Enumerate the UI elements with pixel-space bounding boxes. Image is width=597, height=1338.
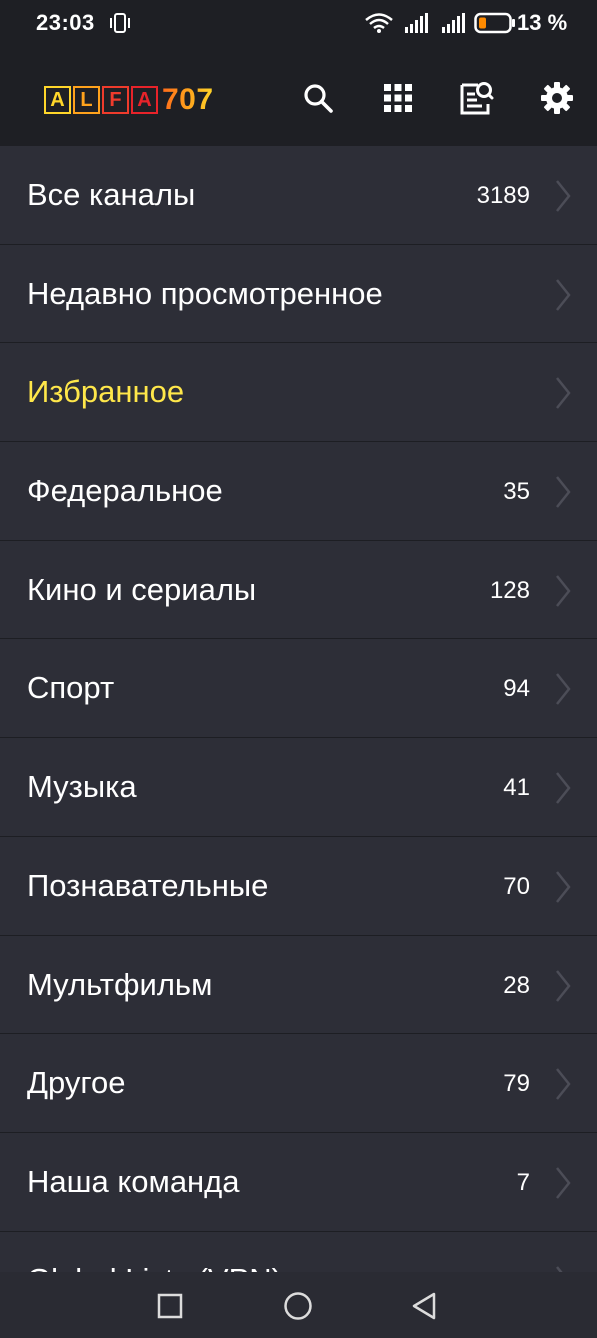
- signal-icon: [442, 13, 465, 33]
- category-count: 79: [503, 1070, 530, 1098]
- chevron-right-icon: [556, 871, 571, 903]
- category-row-favorites[interactable]: Избранное: [0, 343, 597, 443]
- category-label: Другое: [27, 1065, 126, 1101]
- app-header: A L F A 707: [0, 46, 597, 146]
- grid-button[interactable]: [376, 76, 420, 120]
- system-nav-bar: [0, 1272, 597, 1338]
- category-count: 94: [503, 675, 530, 703]
- category-row-all-channels[interactable]: Все каналы 3189: [0, 146, 597, 245]
- chevron-right-icon: [556, 377, 571, 410]
- category-row-educational[interactable]: Познавательные 70: [0, 837, 597, 936]
- category-label: Кино и сериалы: [27, 571, 257, 607]
- settings-button[interactable]: [535, 76, 579, 120]
- category-row-music[interactable]: Музыка 41: [0, 738, 597, 837]
- category-label: Недавно просмотренное: [27, 275, 383, 311]
- category-row-cartoons[interactable]: Мультфильм 28: [0, 936, 597, 1035]
- home-circle-icon: [284, 1292, 312, 1320]
- category-count: 3189: [476, 182, 530, 209]
- category-label: Мультфильм: [27, 966, 213, 1002]
- home-button[interactable]: [278, 1286, 318, 1326]
- chevron-right-icon: [556, 772, 571, 804]
- vibrate-icon: [110, 13, 130, 33]
- recents-square-icon: [157, 1293, 183, 1319]
- signal-icon: [405, 13, 428, 33]
- category-label: Наша команда: [27, 1163, 240, 1199]
- back-button[interactable]: [404, 1286, 444, 1326]
- category-label: Все каналы: [27, 177, 196, 212]
- category-row-other[interactable]: Другое 79: [0, 1034, 597, 1133]
- category-count: 41: [503, 774, 530, 802]
- category-row-global-lists[interactable]: Global Lists (VPN): [0, 1232, 597, 1272]
- category-row-recent[interactable]: Недавно просмотренное: [0, 245, 597, 344]
- chevron-right-icon: [556, 969, 571, 1002]
- back-triangle-icon: [412, 1292, 436, 1320]
- category-count: 35: [503, 478, 530, 506]
- epg-icon: [460, 82, 494, 115]
- epg-button[interactable]: [454, 76, 498, 120]
- category-label: Музыка: [27, 769, 137, 805]
- recents-button[interactable]: [150, 1286, 190, 1326]
- category-label: Global Lists (VPN): [27, 1262, 282, 1272]
- gear-icon: [541, 82, 573, 114]
- category-row-sport[interactable]: Спорт 94: [0, 639, 597, 739]
- battery-percent: 13 %: [517, 10, 568, 35]
- logo-letter: A: [44, 86, 71, 114]
- category-row-our-team[interactable]: Наша команда 7: [0, 1133, 597, 1232]
- wifi-icon: [365, 13, 393, 33]
- status-bar: 23:03 13 %: [0, 0, 597, 46]
- category-row-movies[interactable]: Кино и сериалы 128: [0, 541, 597, 640]
- category-count: 28: [503, 971, 530, 999]
- chevron-right-icon: [556, 278, 571, 311]
- logo-letter: F: [102, 86, 129, 114]
- search-icon: [304, 84, 333, 113]
- status-time: 23:03: [36, 10, 95, 35]
- app-logo[interactable]: A L F A 707: [44, 83, 214, 116]
- grid-icon: [384, 84, 412, 112]
- logo-letter: A: [131, 86, 158, 114]
- category-label: Федеральное: [27, 473, 223, 509]
- search-button[interactable]: [296, 76, 340, 120]
- chevron-right-icon: [556, 1068, 571, 1100]
- battery-icon: [474, 12, 515, 34]
- category-count: 70: [503, 872, 530, 900]
- chevron-right-icon: [556, 1265, 563, 1272]
- logo-letter: L: [73, 86, 100, 114]
- logo-number: 707: [162, 83, 214, 116]
- category-row-federal[interactable]: Федеральное 35: [0, 442, 597, 541]
- chevron-right-icon: [556, 1167, 571, 1199]
- category-list[interactable]: Все каналы 3189 Недавно просмотренное Из…: [0, 146, 597, 1272]
- category-count: 128: [489, 576, 530, 604]
- category-label: Спорт: [27, 670, 115, 706]
- chevron-right-icon: [556, 180, 571, 212]
- category-label: Избранное: [27, 374, 185, 410]
- category-count: 7: [516, 1168, 530, 1196]
- chevron-right-icon: [556, 574, 571, 607]
- chevron-right-icon: [556, 476, 571, 508]
- chevron-right-icon: [556, 673, 571, 706]
- category-label: Познавательные: [27, 867, 269, 903]
